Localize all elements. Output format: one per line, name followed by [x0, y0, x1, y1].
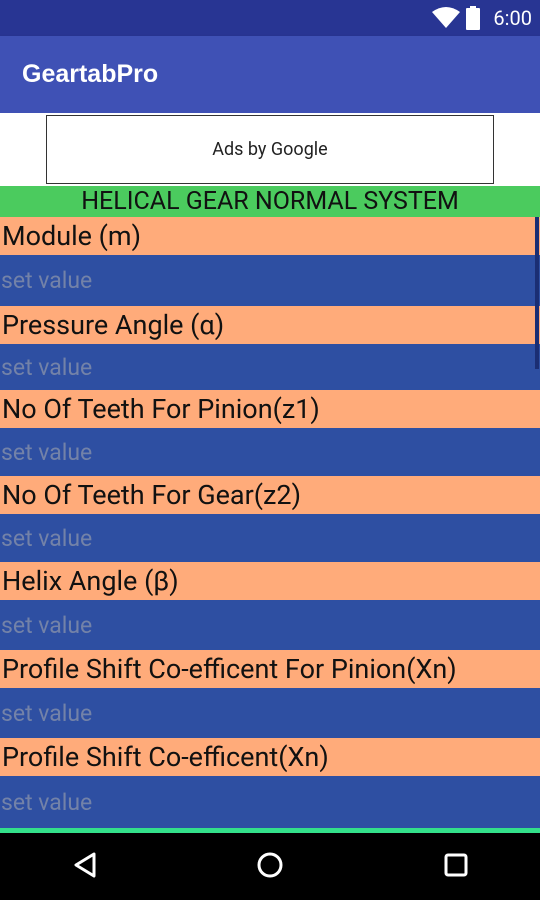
battery-icon — [466, 6, 480, 34]
module-label: Module (m) — [0, 217, 540, 255]
pressure-angle-input[interactable] — [0, 344, 540, 390]
ad-area: Ads by Google — [0, 113, 540, 186]
status-bar: 6:00 — [0, 0, 540, 36]
profile-shift-label: Profile Shift Co-efficent(Xn) — [0, 738, 540, 776]
home-icon[interactable] — [256, 851, 284, 883]
helix-angle-label: Helix Angle (β) — [0, 562, 540, 600]
profile-shift-pinion-input[interactable] — [0, 688, 540, 738]
scrollbar-thumb[interactable] — [535, 217, 539, 369]
app-bar: GeartabPro — [0, 36, 540, 113]
helix-angle-input[interactable] — [0, 600, 540, 650]
back-icon[interactable] — [72, 851, 98, 883]
teeth-gear-label: No Of Teeth For Gear(z2) — [0, 476, 540, 514]
app-title: GeartabPro — [22, 60, 159, 88]
module-input[interactable] — [0, 255, 540, 306]
teeth-pinion-label: No Of Teeth For Pinion(z1) — [0, 390, 540, 428]
recents-icon[interactable] — [443, 851, 469, 883]
section-title: HELICAL GEAR NORMAL SYSTEM — [0, 186, 540, 217]
profile-shift-input[interactable] — [0, 776, 540, 828]
ad-banner[interactable]: Ads by Google — [46, 115, 494, 184]
status-time: 6:00 — [493, 6, 532, 30]
teeth-gear-input[interactable] — [0, 514, 540, 562]
teeth-pinion-input[interactable] — [0, 428, 540, 476]
wifi-icon — [432, 7, 460, 33]
pressure-angle-label: Pressure Angle (α) — [0, 306, 540, 344]
navigation-bar — [0, 833, 540, 900]
profile-shift-pinion-label: Profile Shift Co-efficent For Pinion(Xn) — [0, 650, 540, 688]
